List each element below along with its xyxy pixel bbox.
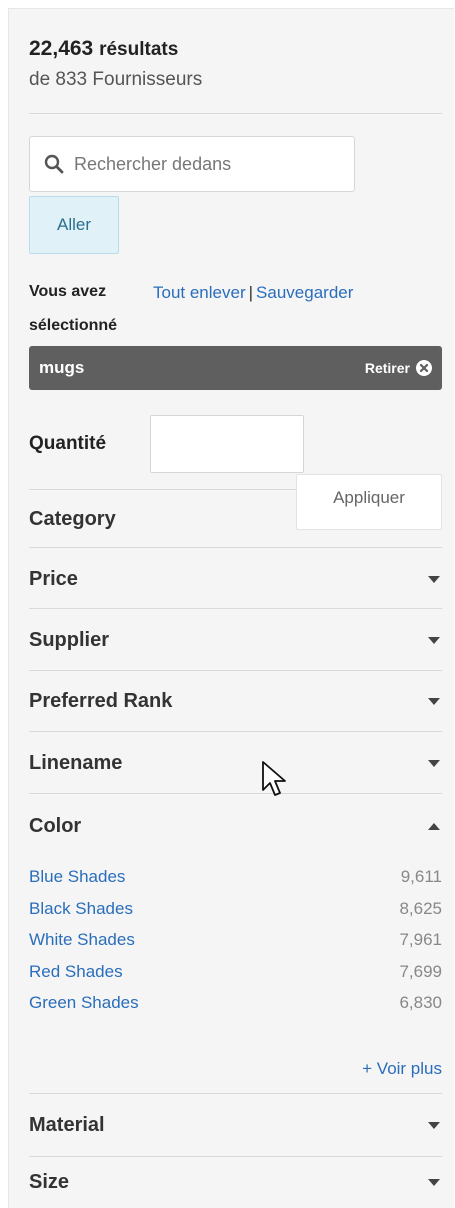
divider	[29, 670, 442, 671]
facet-category-title: Category	[29, 507, 116, 530]
caret-down-icon	[428, 1121, 440, 1129]
color-option[interactable]: Black Shades 8,625	[29, 897, 442, 921]
results-count-value: 22,463	[29, 37, 94, 60]
mouse-pointer-icon	[262, 761, 286, 796]
search-within-box[interactable]	[29, 136, 355, 192]
selected-filter-text: mugs	[39, 358, 85, 377]
facet-preferred-rank-title: Preferred Rank	[29, 689, 173, 712]
go-button[interactable]: Aller	[29, 196, 119, 254]
facet-price[interactable]: Price	[29, 564, 442, 594]
facet-linename[interactable]: Linename	[29, 748, 442, 778]
facet-linename-title: Linename	[29, 751, 123, 774]
apply-button[interactable]: Appliquer	[296, 474, 442, 530]
color-option[interactable]: Blue Shades 9,611	[29, 865, 442, 889]
close-circle-icon	[416, 360, 432, 376]
selected-filter-chip: mugs Retirer	[29, 346, 442, 390]
divider	[29, 793, 442, 794]
color-option-count: 7,961	[399, 930, 442, 949]
search-icon	[44, 154, 64, 174]
facet-material-title: Material	[29, 1113, 105, 1136]
facet-preferred-rank[interactable]: Preferred Rank	[29, 686, 442, 716]
divider	[29, 1093, 442, 1094]
color-option[interactable]: White Shades 7,961	[29, 928, 442, 952]
caret-down-icon	[428, 1178, 440, 1186]
facet-material[interactable]: Material	[29, 1110, 442, 1140]
save-link[interactable]: Sauvegarder	[256, 283, 353, 302]
divider	[29, 608, 442, 609]
quantity-input[interactable]	[150, 415, 304, 473]
color-option-name[interactable]: Black Shades	[29, 899, 133, 919]
caret-up-icon	[428, 822, 440, 830]
facet-size-title: Size	[29, 1170, 70, 1193]
color-option-name[interactable]: Green Shades	[29, 993, 139, 1013]
selected-actions: Tout enlever | Sauvegarder	[153, 283, 353, 303]
divider	[29, 113, 442, 114]
results-count: 22,463 résultats	[29, 37, 178, 61]
facet-size[interactable]: Size	[29, 1167, 442, 1197]
remove-filter-button[interactable]: Retirer	[365, 360, 432, 376]
divider	[29, 1156, 442, 1157]
filter-sidebar-content: 22,463 résultats de 833 Fournisseurs All…	[29, 9, 442, 1208]
remove-filter-label: Retirer	[364, 360, 410, 376]
color-option-name[interactable]: White Shades	[29, 930, 135, 950]
facet-price-title: Price	[29, 567, 78, 590]
color-option-count: 6,830	[399, 993, 442, 1012]
facet-supplier-title: Supplier	[29, 628, 110, 651]
remove-all-link[interactable]: Tout enlever	[153, 283, 246, 302]
see-more-link[interactable]: + Voir plus	[362, 1059, 442, 1079]
color-option-name[interactable]: Blue Shades	[29, 867, 125, 887]
divider	[29, 547, 442, 548]
results-count-suffix: résultats	[99, 39, 179, 60]
color-option-count: 8,625	[399, 899, 442, 918]
caret-down-icon	[428, 697, 440, 705]
color-option[interactable]: Red Shades 7,699	[29, 960, 442, 984]
facet-color[interactable]: Color	[29, 811, 442, 841]
color-option-count: 9,611	[400, 867, 442, 886]
facet-color-title: Color	[29, 814, 82, 837]
color-option-count: 7,699	[399, 962, 442, 981]
quantity-label: Quantité	[29, 433, 107, 454]
color-option[interactable]: Green Shades 6,830	[29, 991, 442, 1015]
selected-label-continued: sélectionné	[29, 317, 118, 334]
separator: |	[248, 283, 254, 302]
caret-down-icon	[428, 636, 440, 644]
selected-label: Vous avez	[29, 283, 107, 300]
caret-down-icon	[428, 759, 440, 767]
search-within-input[interactable]	[72, 152, 336, 176]
caret-down-icon	[428, 575, 440, 583]
divider	[29, 731, 442, 732]
color-option-name[interactable]: Red Shades	[29, 962, 123, 982]
filter-sidebar: 22,463 résultats de 833 Fournisseurs All…	[8, 8, 454, 1208]
suppliers-count: de 833 Fournisseurs	[29, 69, 203, 90]
facet-supplier[interactable]: Supplier	[29, 625, 442, 655]
